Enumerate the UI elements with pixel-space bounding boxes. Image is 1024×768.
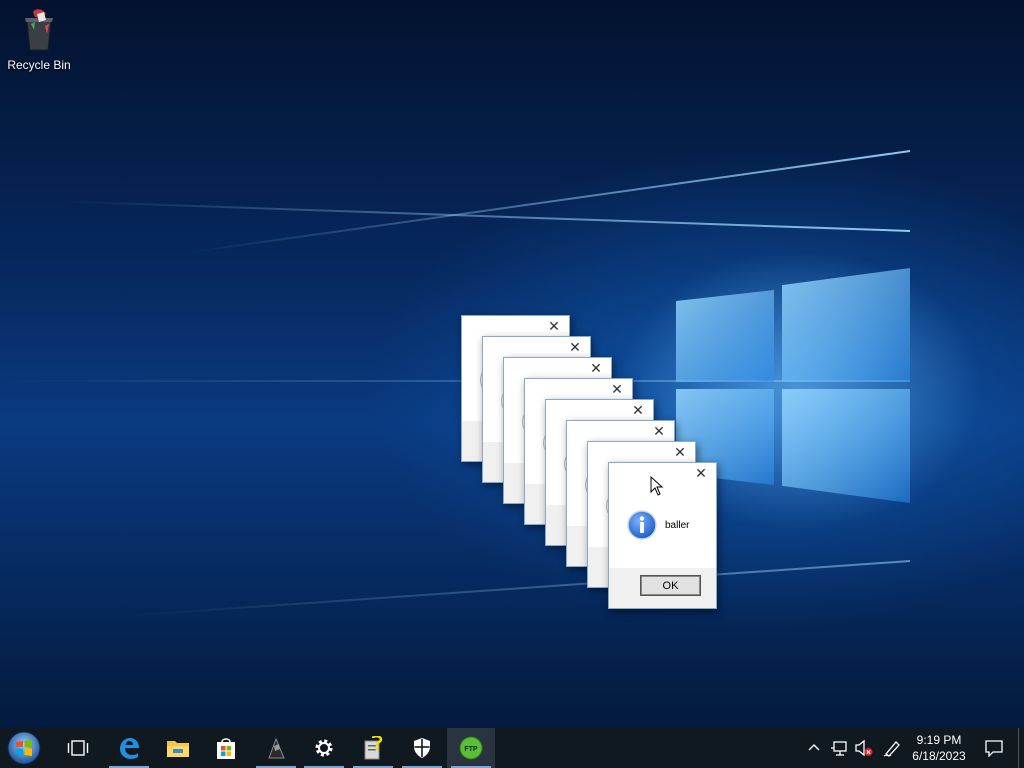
close-icon[interactable]: ✕	[694, 466, 708, 480]
ok-button[interactable]: OK	[640, 575, 701, 596]
ftp-button[interactable]: FTP	[447, 728, 495, 768]
help-button[interactable]	[349, 728, 397, 768]
recycle-bin-icon[interactable]: Recycle Bin	[6, 8, 72, 72]
security-button[interactable]	[398, 728, 446, 768]
desktop: Recycle Bin ✕ ✕ ✕ ✕ ✕ ✕ ✕ ✕ baller OK	[0, 0, 1024, 728]
clock[interactable]: 9:19 PM 6/18/2023	[906, 732, 972, 764]
pen-ink-icon[interactable]	[882, 738, 902, 763]
wallpaper-beam	[121, 560, 911, 618]
edge-button[interactable]	[105, 728, 153, 768]
recycle-bin-label: Recycle Bin	[7, 58, 71, 72]
shield-icon	[414, 738, 430, 758]
folder-icon	[167, 741, 189, 757]
close-icon[interactable]: ✕	[589, 361, 603, 375]
mouse-cursor-icon	[650, 476, 664, 496]
wallpaper-beam	[60, 200, 911, 232]
task-view-icon	[67, 740, 89, 756]
information-icon	[627, 510, 657, 540]
volume-muted-icon[interactable]	[854, 738, 874, 763]
logo-pane-bottom-right	[782, 389, 910, 503]
file-explorer-button[interactable]	[154, 728, 202, 768]
ftp-icon-label: FTP	[464, 746, 478, 753]
network-icon[interactable]	[830, 738, 848, 763]
close-icon[interactable]: ✕	[673, 445, 687, 459]
ftp-icon: FTP	[459, 736, 483, 760]
close-icon[interactable]: ✕	[547, 319, 561, 333]
action-center-button[interactable]	[980, 728, 1008, 768]
dark-app-icon	[268, 737, 285, 759]
store-bag-icon	[217, 738, 235, 759]
close-icon[interactable]: ✕	[652, 424, 666, 438]
logo-pane-top-left	[676, 290, 774, 382]
logo-pane-top-right	[782, 268, 910, 382]
windows-start-orb-icon	[7, 731, 41, 765]
clock-date: 6/18/2023	[912, 749, 966, 763]
close-icon[interactable]: ✕	[631, 403, 645, 417]
show-desktop-button[interactable]	[1018, 728, 1024, 768]
taskbar: FTP 9:19 PM 6/18/2023	[0, 728, 1024, 768]
help-file-icon	[364, 736, 383, 760]
edge-icon	[120, 738, 139, 759]
dark-app-button[interactable]	[252, 728, 300, 768]
recycle-bin-graphic	[25, 9, 53, 51]
dialog-message: baller	[665, 520, 690, 531]
settings-button[interactable]	[300, 728, 348, 768]
wallpaper-beam	[186, 150, 911, 254]
clock-time: 9:19 PM	[916, 733, 962, 747]
notification-icon	[985, 740, 1003, 757]
gear-icon	[315, 739, 333, 757]
show-hidden-icons-chevron-icon[interactable]	[806, 738, 822, 763]
start-button[interactable]	[4, 730, 44, 766]
task-view-button[interactable]	[54, 728, 102, 768]
close-icon[interactable]: ✕	[610, 382, 624, 396]
close-icon[interactable]: ✕	[568, 340, 582, 354]
store-button[interactable]	[202, 728, 250, 768]
